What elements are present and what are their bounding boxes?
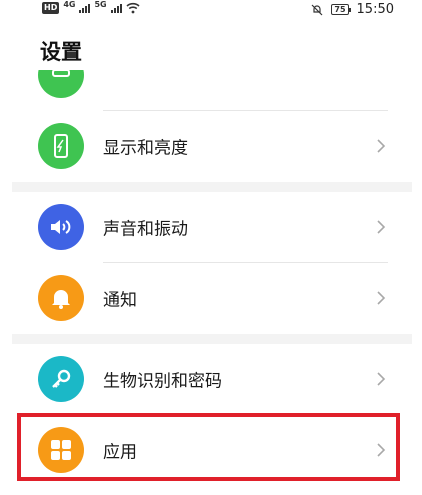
- wifi-icon: [126, 2, 140, 14]
- chevron-right-icon: [377, 372, 386, 386]
- phone-brightness-icon: [38, 123, 84, 169]
- settings-item-sound-vibration[interactable]: 声音和振动: [0, 192, 422, 262]
- sim2-network-type: 5G: [94, 0, 107, 9]
- status-left: HD 4G 5G: [42, 0, 140, 14]
- status-right: 75 15:50: [311, 2, 394, 17]
- settings-item-biometrics-password[interactable]: 生物识别和密码: [0, 344, 422, 414]
- bell-icon: [38, 275, 84, 321]
- key-icon: [38, 356, 84, 402]
- mute-bell-icon: [311, 4, 323, 15]
- status-time: 15:50: [356, 2, 394, 17]
- page-title: 设置: [40, 40, 82, 64]
- hd-badge: HD: [42, 2, 60, 14]
- chevron-right-icon: [377, 220, 386, 234]
- highlight-box: [17, 413, 400, 481]
- settings-item-label: 通知: [103, 290, 137, 311]
- settings-item-notifications[interactable]: 通知: [0, 263, 422, 333]
- settings-item-label: 显示和亮度: [103, 138, 188, 159]
- settings-item-label: 生物识别和密码: [103, 371, 222, 392]
- chevron-right-icon: [377, 139, 386, 153]
- settings-item-display-brightness[interactable]: 显示和亮度: [0, 111, 422, 181]
- partial-item-icon: [38, 70, 84, 98]
- section-gap: [12, 182, 412, 192]
- sim1-network-type: 4G: [63, 0, 76, 9]
- section-gap: [12, 334, 412, 344]
- battery-icon: 75: [331, 4, 351, 15]
- status-bar: HD 4G 5G 75 15:50: [0, 0, 422, 22]
- settings-item-partial[interactable]: [0, 70, 422, 110]
- signal-icon: [79, 3, 91, 13]
- speaker-icon: [38, 204, 84, 250]
- settings-item-label: 声音和振动: [103, 219, 188, 240]
- chevron-right-icon: [377, 291, 386, 305]
- signal-icon-2: [110, 3, 122, 13]
